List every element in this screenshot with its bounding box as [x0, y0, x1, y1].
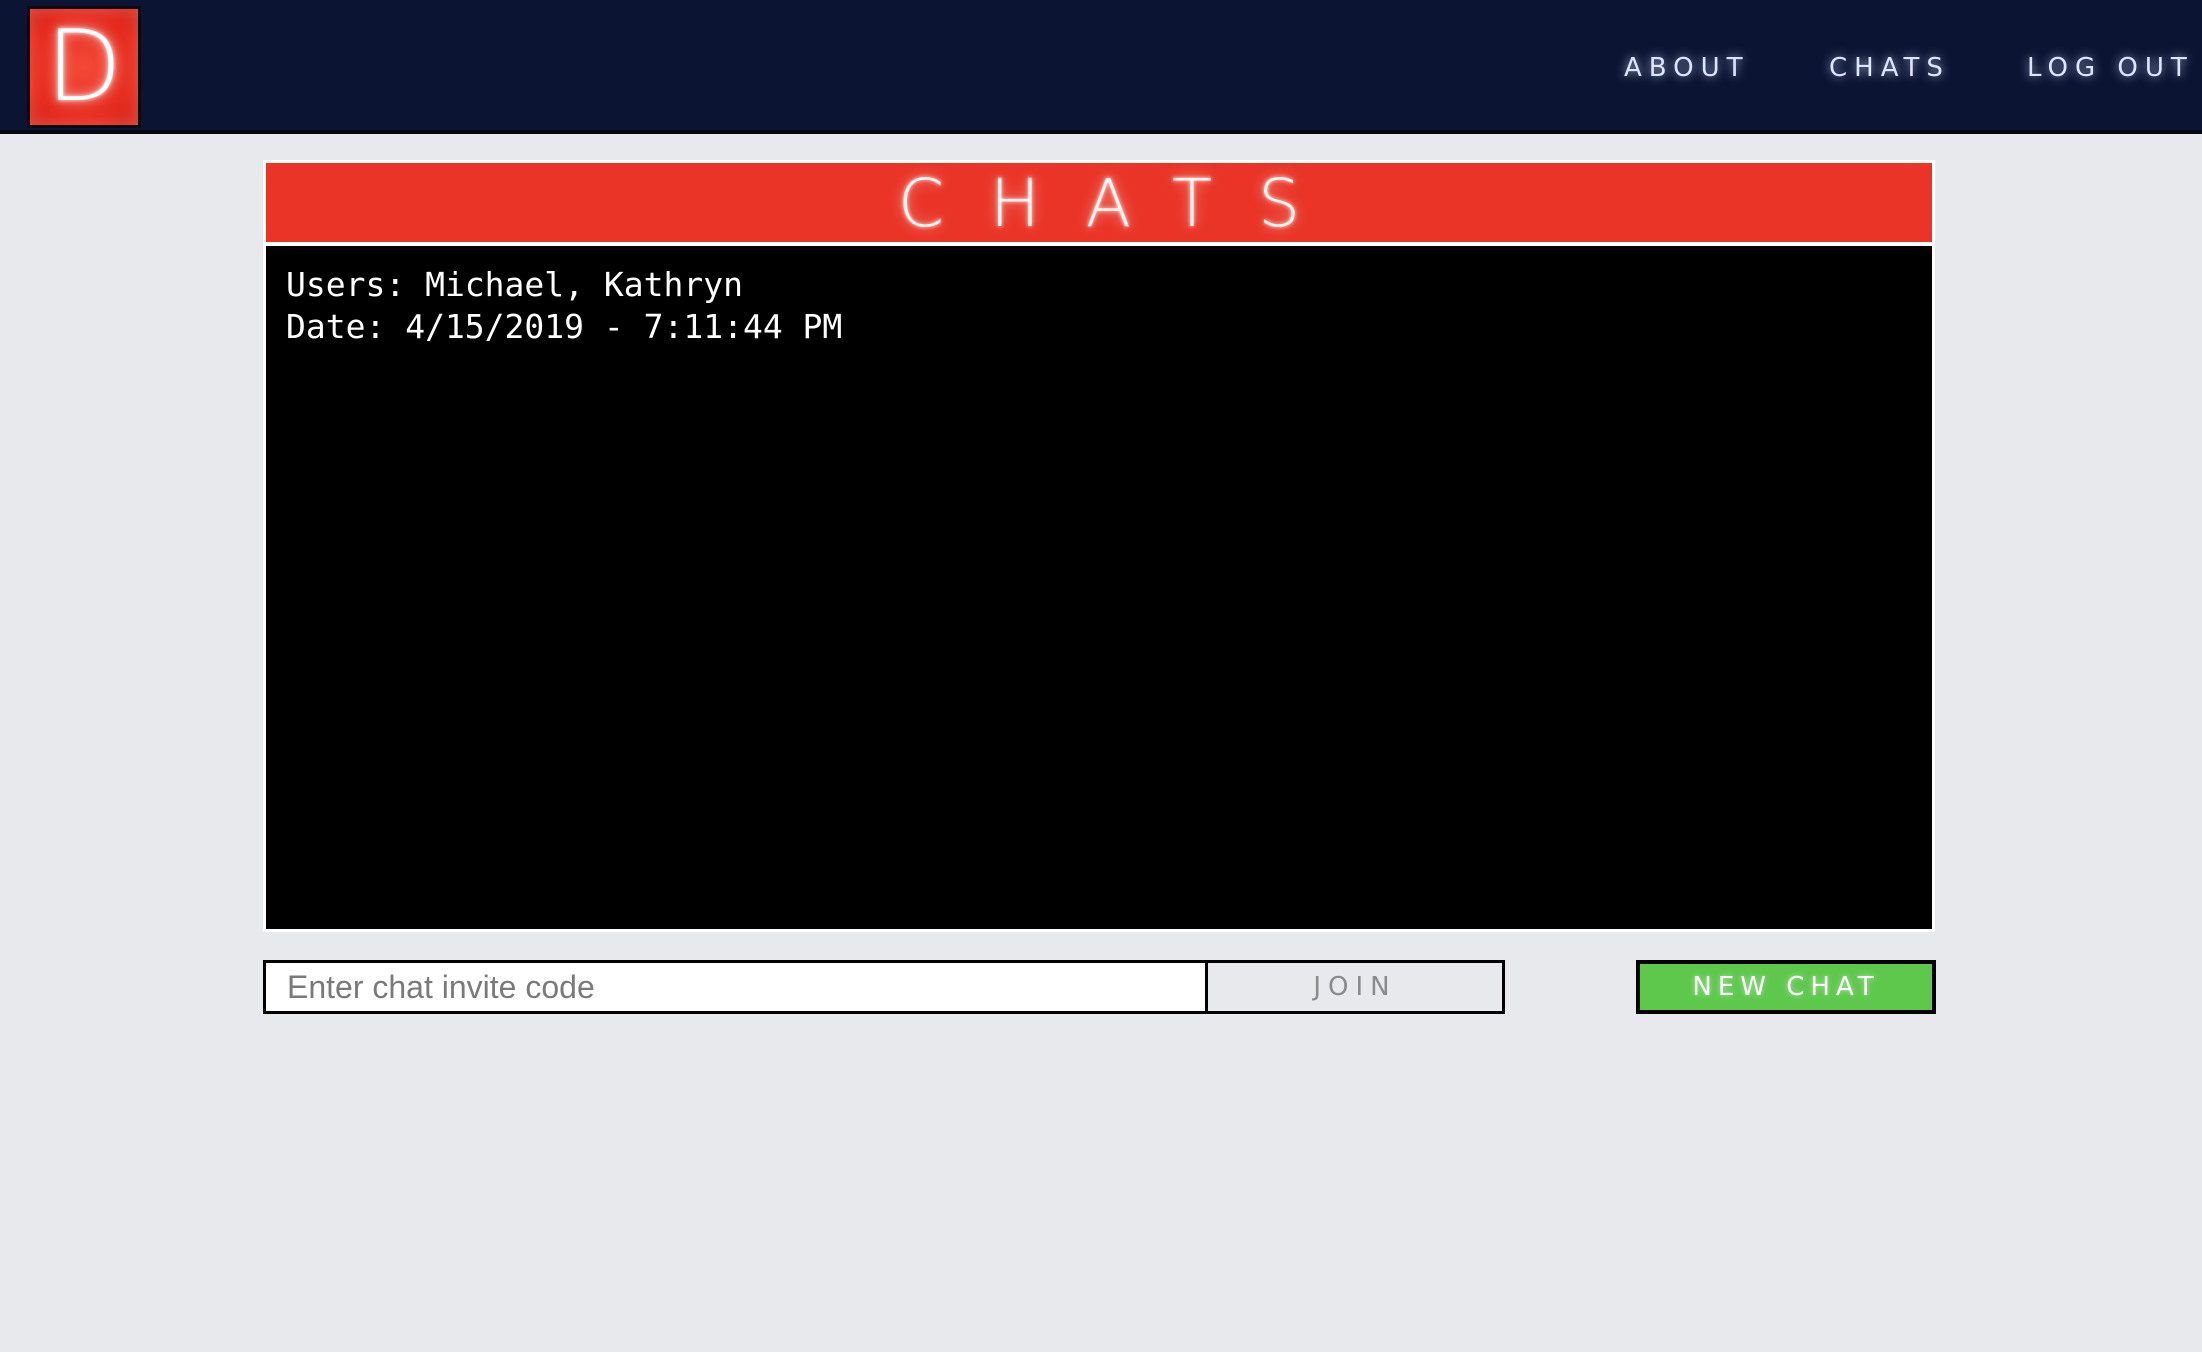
nav-link-logout[interactable]: LOG OUT: [2027, 48, 2194, 88]
join-button[interactable]: JOIN: [1205, 960, 1505, 1014]
chats-panel: CHATS Users: Michael, Kathryn Date: 4/15…: [263, 160, 1935, 932]
chat-date-text: Date: 4/15/2019 - 7:11:44 PM: [286, 307, 843, 346]
new-chat-button[interactable]: NEW CHAT: [1636, 960, 1936, 1014]
page-title: CHATS: [898, 165, 1346, 242]
nav-link-chats[interactable]: CHATS: [1829, 48, 1950, 88]
chats-panel-header: CHATS: [266, 163, 1932, 242]
chat-list: Users: Michael, Kathryn Date: 4/15/2019 …: [266, 246, 1932, 929]
nav-link-about[interactable]: ABOUT: [1624, 48, 1750, 88]
chat-users-text: Users: Michael, Kathryn: [286, 265, 743, 304]
app-logo[interactable]: D: [27, 6, 141, 128]
chat-invite-code-input[interactable]: [263, 960, 1207, 1014]
chat-list-item[interactable]: Users: Michael, Kathryn Date: 4/15/2019 …: [286, 264, 842, 348]
logo-letter: D: [46, 10, 122, 124]
top-navbar: D ABOUT CHATS LOG OUT: [0, 0, 2202, 134]
